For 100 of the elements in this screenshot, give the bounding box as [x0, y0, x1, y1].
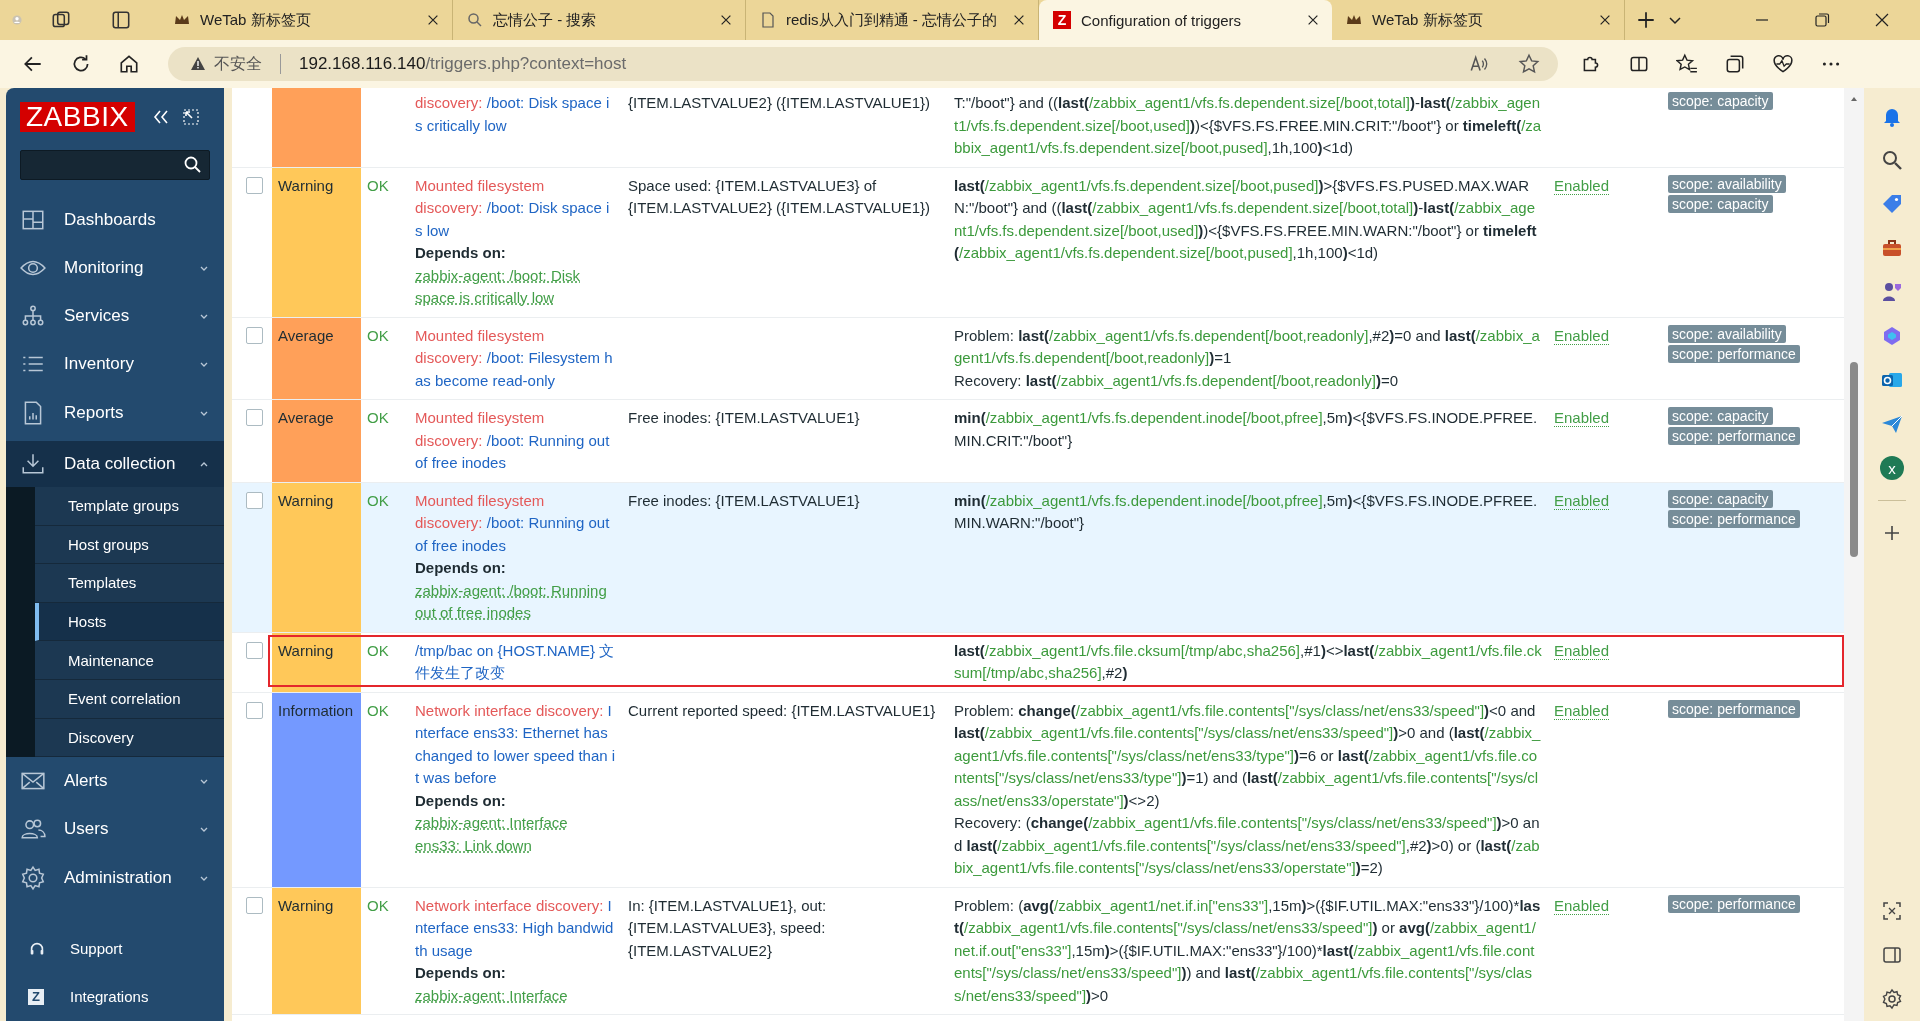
menu-item[interactable]: Reports: [6, 388, 224, 437]
screenshot-icon[interactable]: [1880, 899, 1904, 923]
kiosk-mode-icon[interactable]: [180, 107, 201, 127]
close-tab-icon[interactable]: [719, 13, 733, 27]
problem-status: OK: [367, 176, 389, 194]
search-icon[interactable]: [1880, 148, 1904, 172]
submenu-item[interactable]: Templates: [35, 564, 224, 603]
tag: scope: performance: [1668, 427, 1800, 445]
operational-data: In: {ITEM.LASTVALUE1}, out: {ITEM.LASTVALUE3}, speed: {ITEM.LASTVALUE2}: [628, 896, 827, 959]
zabbix-logo[interactable]: ZABBIX: [20, 102, 135, 132]
integrations-icon: Z: [28, 988, 44, 1005]
settings-icon[interactable]: [1880, 987, 1904, 1011]
heart-pulse-icon[interactable]: [1772, 53, 1794, 75]
trigger-name[interactable]: discovery: /boot: Disk space is critically low: [415, 92, 616, 137]
operational-data: Free inodes: {ITEM.LASTVALUE1}: [628, 491, 860, 509]
submenu-item[interactable]: Template groups: [35, 486, 224, 526]
tag: scope: availability: [1668, 174, 1786, 193]
severity-cell: Warning: [272, 167, 361, 317]
row-checkbox[interactable]: [246, 896, 263, 914]
trigger-expression: Recovery: (change(/zabbix_agent1/vfs.file.contents["/sys/class/net/ens33/speed"])>0 and last(/zabbix_agent1/vfs.file.contents["/sys/class/net/ens33/speed"],#2)>0) or (last(/zabbix_agent1/vfs.file.contents["/sys/class/net/ens33/operstate"])=2): [954, 813, 1541, 878]
trigger-name[interactable]: Network interface discovery: Interface ens33: Ethernet has changed to lower speed than it was before: [415, 699, 616, 790]
close-tab-icon[interactable]: [1306, 13, 1320, 27]
dependency-link[interactable]: zabbix-agent: Interface ens33: Link down: [415, 812, 616, 857]
tag: scope: performance: [1668, 344, 1800, 363]
app-icon[interactable]: x: [1880, 456, 1904, 480]
trigger-expression: last(/zabbix_agent1/vfs.file.cksum[/tmp/abc,sha256],#1)<>last(/zabbix_agent1/vfs.file.cksum[/tmp/abc,sha256],#2): [954, 640, 1542, 683]
operational-data: {ITEM.LASTVALUE2} ({ITEM.LASTVALUE1}): [628, 94, 931, 111]
severity-cell: Information: [272, 692, 361, 887]
trigger-name[interactable]: Mounted filesystem discovery: /boot: Running out of free inodes: [415, 407, 616, 475]
operational-data: Space used: {ITEM.LASTVALUE3} of {ITEM.LASTVALUE2} ({ITEM.LASTVALUE1}): [628, 176, 931, 216]
scrollbar-thumb[interactable]: [1850, 362, 1858, 557]
problem-status: OK: [367, 701, 389, 719]
close-tab-icon[interactable]: [426, 13, 440, 27]
tag: scope: capacity: [1668, 407, 1773, 425]
menu-item[interactable]: Services: [6, 292, 224, 341]
menu-item[interactable]: Alerts: [6, 757, 224, 806]
trigger-name[interactable]: Mounted filesystem discovery: /boot: Filesystem has become read-only: [415, 324, 616, 392]
collections-icon[interactable]: [1724, 53, 1746, 75]
row-checkbox[interactable]: [246, 326, 263, 344]
tag: scope: performance: [1668, 894, 1800, 913]
trigger-expression: T:"/boot"} and ((last(/zabbix_agent1/vfs.fs.dependent.size[/boot,total])-last(/zabbix_agent1/vfs.fs.dependent.size[/boot,used]))<{$VFS.FS.FREE.MIN.CRIT:"/boot"} or timeleft(/zabbix_agent1/vfs.fs.dependent.size[/boot,pused],1h,100)<1d): [954, 93, 1542, 158]
dependency-link[interactable]: zabbix-agent: Interface: [415, 984, 616, 1007]
depends-label: Depends on:: [415, 790, 507, 811]
trigger-name[interactable]: Mounted filesystem discovery: /boot: Running out of free inodes: [415, 489, 616, 557]
problem-status: OK: [367, 409, 389, 426]
operational-data: Current reported speed: {ITEM.LASTVALUE1}: [628, 701, 936, 719]
trigger-expression: Problem: (avg(/zabbix_agent1/net.if.in["ens33"],15m)>({$IF.UTIL.MAX:"ens33"}/100)*last(/zabbix_agent1/vfs.file.contents["/sys/class/net/ens33/speed"]) or avg(/zabbix_agent1/net.if.out["ens33"],15m)>({$IF.UTIL.MAX:"ens33"}/100)*last(/zabbix_agent1/vfs.file.contents["/sys/class/net/ens33/speed"])) and last(/zabbix_agent1/vfs.file.contents["/sys/class/net/ens33/speed"])>0: [954, 895, 1542, 1006]
menu-item[interactable]: Z Integrations: [6, 972, 224, 1021]
row-checkbox[interactable]: [246, 641, 263, 659]
home-icon[interactable]: [118, 53, 140, 75]
close-tab-icon[interactable]: [1012, 13, 1026, 27]
new-tab-icon[interactable]: [1635, 9, 1657, 31]
tag: scope: capacity: [1668, 194, 1773, 213]
security-label: 不安全: [214, 53, 262, 74]
star-icon[interactable]: [1518, 53, 1540, 75]
row-checkbox[interactable]: [246, 701, 263, 719]
search-field[interactable]: [20, 150, 210, 180]
severity-cell: Warning: [272, 482, 361, 632]
tag: scope: performance: [1668, 699, 1800, 718]
document-icon: [760, 12, 776, 28]
problem-status: OK: [367, 326, 389, 344]
severity-cell: Average: [272, 317, 361, 399]
depends-label: Depends on:: [415, 243, 507, 263]
menu-item[interactable]: Inventory: [6, 340, 224, 389]
tag: scope: performance: [1668, 509, 1800, 528]
browser-tab[interactable]: Z Configuration of triggers: [1039, 0, 1332, 40]
trigger-name[interactable]: Network interface discovery: Interface ens33: High bandwidth usage: [415, 894, 616, 962]
dependency-link[interactable]: zabbix-agent: /boot: Disk space is critically low: [415, 264, 616, 310]
menu-item[interactable]: Users: [6, 805, 224, 854]
submenu-item[interactable]: Discovery: [35, 718, 224, 758]
zabbix-logo-icon: Z: [1053, 11, 1071, 29]
trigger-name[interactable]: Mounted filesystem discovery: /boot: Disk space is low: [415, 174, 616, 242]
row-checkbox[interactable]: [246, 409, 263, 426]
settings-icon: [20, 864, 46, 891]
submenu-item[interactable]: Host groups: [35, 525, 224, 565]
menu-item[interactable]: Monitoring: [6, 244, 224, 293]
menu-item[interactable]: Administration: [6, 853, 224, 902]
close-tab-icon[interactable]: [1598, 13, 1612, 27]
favorites-icon[interactable]: [1676, 53, 1698, 75]
search-icon: [467, 12, 483, 28]
menu-item[interactable]: Support: [6, 924, 224, 973]
warning-icon: [190, 56, 206, 72]
problem-status: OK: [367, 641, 389, 659]
scrollbar[interactable]: [1844, 88, 1864, 1021]
tag: scope: capacity: [1668, 92, 1773, 110]
submenu-item[interactable]: Maintenance: [35, 641, 224, 680]
address-bar[interactable]: 不安全 192.168.116.140/triggers.php?context=host: [168, 47, 1558, 81]
row-checkbox[interactable]: [246, 491, 263, 509]
row-checkbox[interactable]: [246, 176, 263, 194]
trigger-expression: min(/zabbix_agent1/vfs.fs.dependent.inode[/boot,pfree],5m)<{$VFS.FS.INODE.PFREE.MIN.CRIT:"/boot"}: [954, 408, 1539, 451]
chess-piece-icon[interactable]: [1880, 280, 1904, 304]
menu-item[interactable]: Data collection: [6, 440, 224, 487]
severity-cell: Warning: [272, 887, 361, 1014]
tab-actions-icon[interactable]: [110, 9, 132, 31]
menu-item[interactable]: Dashboards: [6, 195, 224, 245]
submenu-item[interactable]: Event correlation: [35, 679, 224, 719]
submenu-item[interactable]: Hosts: [35, 602, 224, 642]
trigger-expression: Problem: change(/zabbix_agent1/vfs.file.contents["/sys/class/net/ens33/speed"])<0 and last(/zabbix_agent1/vfs.file.contents["/sys/class/net/ens33/speed"])>0 and (last(/zabbix_agent1/vfs.file.contents["/sys/class/net/ens33/type"])=6 or last(/zabbix_agent1/vfs.file.contents["/sys/class/net/ens33/type"])=1) and (last(/zabbix_agent1/vfs.file.contents["/sys/class/net/ens33/operstate"])<>2): [954, 700, 1542, 811]
restore-icon[interactable]: [1812, 10, 1832, 30]
trigger-name[interactable]: /tmp/bac on {HOST.NAME} 文件发生了改变: [415, 639, 616, 685]
